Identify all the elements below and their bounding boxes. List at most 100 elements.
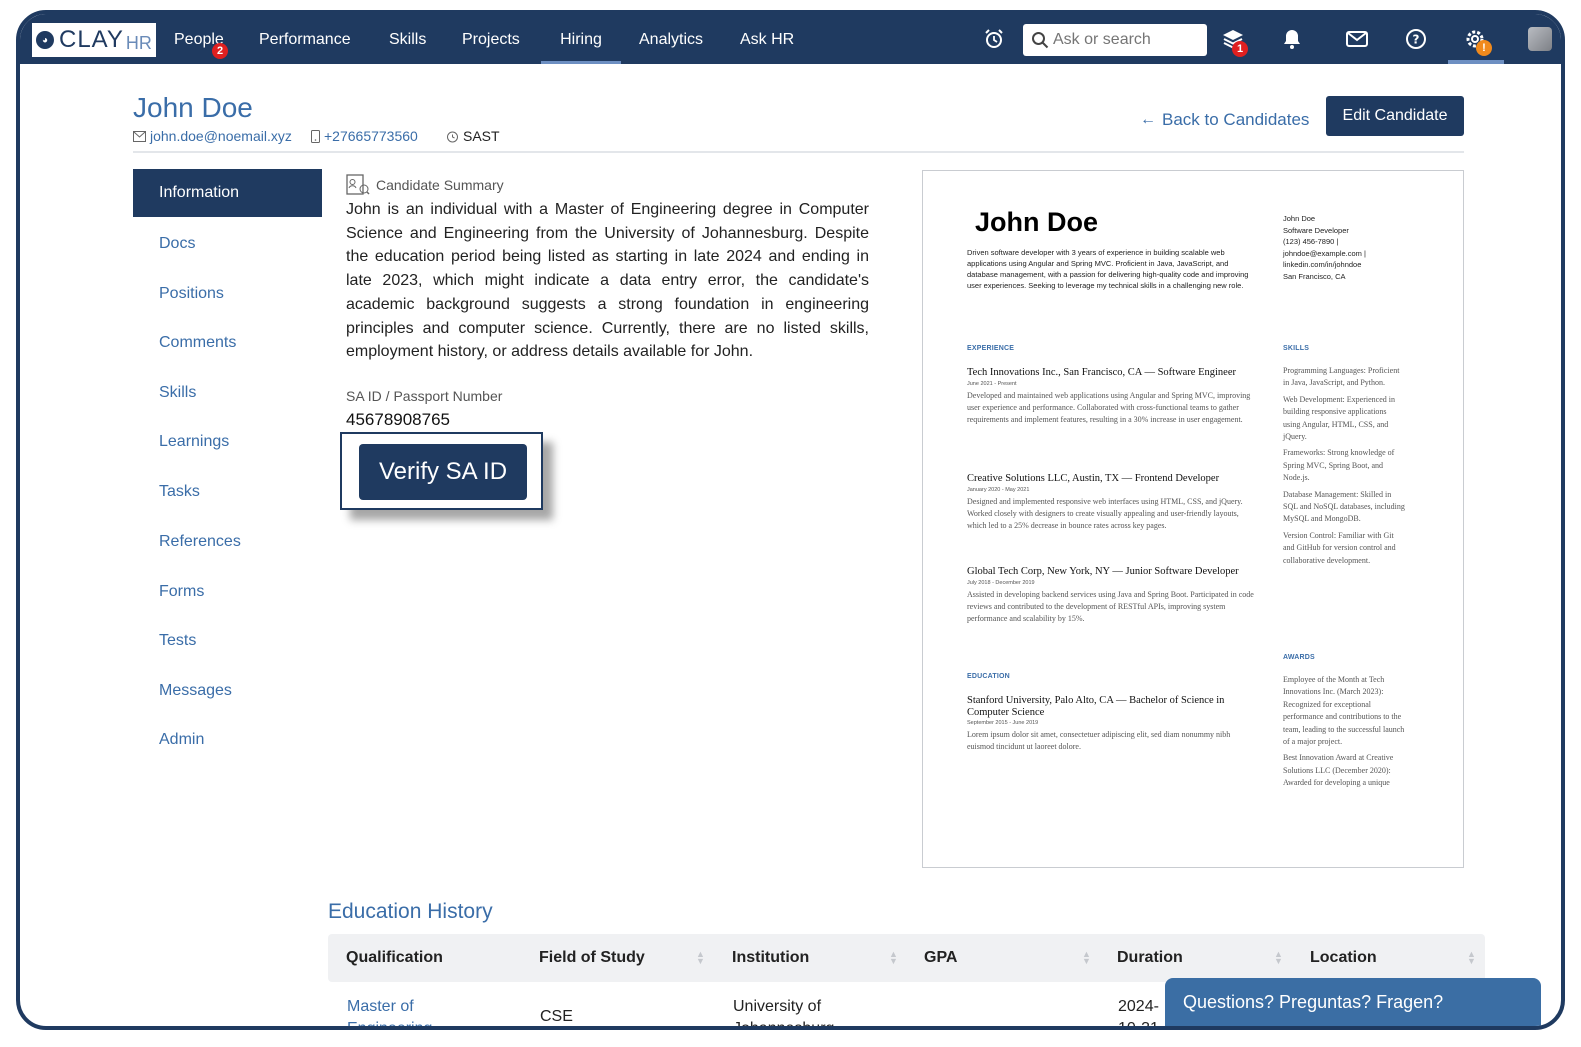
people-badge: 2 [212,43,228,59]
resume-job: Tech Innovations Inc., San Francisco, CA… [967,367,1257,427]
education-table-header: Qualification Field of Study ▲ ▼ Institut… [328,934,1485,982]
sort-icon[interactable]: ▲ ▼ [696,950,705,966]
nav-analytics[interactable]: Analytics [639,14,703,64]
resume-contact-line: (123) 456-7890 | [1283,237,1339,246]
mail-icon[interactable] [1344,26,1370,52]
sidebar-item-tasks[interactable]: Tasks [159,483,200,501]
resume-contact-line: San Francisco, CA [1283,271,1346,281]
nav-performance[interactable]: Performance [259,14,351,64]
chat-widget-button[interactable]: Questions? Preguntas? Fragen? [1165,978,1541,1026]
verify-said-button[interactable]: Verify SA ID [359,444,527,500]
sidebar-item-references[interactable]: References [159,533,241,551]
nav-skills[interactable]: Skills [389,14,426,64]
phone-icon [311,129,320,143]
resume-job-date: June 2021 - Present [967,380,1017,387]
resume-education-title: Stanford University, Palo Alto, CA — Bac… [967,695,1225,718]
candidate-timezone: SAST [446,128,500,144]
search-input[interactable] [1053,31,1203,49]
sidebar-item-admin[interactable]: Admin [159,731,204,749]
user-avatar[interactable] [1528,27,1552,51]
resume-award-item: Employee of the Month at Tech Innovation… [1283,675,1405,747]
candidate-summary-icon [346,174,370,195]
resume-skills-heading: SKILLS [1283,345,1310,352]
nav-ask-hr[interactable]: Ask HR [740,14,794,64]
help-icon[interactable]: ? [1403,26,1429,52]
candidate-phone[interactable]: +27665773560 [311,128,418,144]
resume-skills-list: Programming Languages: Proficient in Jav… [1283,365,1405,571]
column-institution[interactable]: Institution [732,934,809,982]
column-duration[interactable]: Duration [1117,934,1183,982]
sidebar-item-docs[interactable]: Docs [159,235,195,253]
sidebar-item-forms[interactable]: Forms [159,583,204,601]
resume-job: Global Tech Corp, New York, NY — Junior … [967,566,1257,626]
resume-job-desc: Assisted in developing backend services … [967,589,1254,624]
candidate-email[interactable]: john.doe@noemail.xyz [133,128,292,144]
nav-people[interactable]: People 2 [174,14,228,64]
sidebar-item-information[interactable]: Information [133,169,322,217]
sidebar-item-messages[interactable]: Messages [159,682,232,700]
arrow-left-icon: ← [1140,111,1156,128]
nav-analytics-label: Analytics [639,31,704,48]
search-icon [1032,32,1049,49]
nav-performance-label: Performance [259,31,351,48]
nav-hiring[interactable]: Hiring [541,14,621,64]
logo-sub-text: HR [125,32,152,53]
learning-badge: 1 [1232,41,1248,57]
verify-said-highlight: Verify SA ID [340,432,543,510]
column-qualification[interactable]: Qualification [346,934,443,982]
resume-skill-item: Frameworks: Strong knowledge of Spring M… [1283,448,1395,483]
resume-skill-item: Web Development: Experienced in building… [1283,394,1395,442]
summary-heading-text: Candidate Summary [376,177,504,193]
resume-experience-heading: EXPERIENCE [967,345,1015,352]
logo-main-text: CLAY [59,26,124,53]
learning-stack-icon[interactable]: 1 [1220,26,1248,57]
said-label: SA ID / Passport Number [346,388,503,404]
column-field-of-study[interactable]: Field of Study [539,934,645,982]
resume-job-title: Global Tech Corp, New York, NY — Junior … [967,566,1239,577]
education-history-title: Education History [328,900,493,923]
cell-institution: University of Johannesburg [733,996,834,1026]
cell-qualification-line: Master of [347,998,414,1015]
sort-icon[interactable]: ▲ ▼ [1082,950,1091,966]
resume-contact-line: johndoe@example.com | [1283,248,1366,258]
sidebar-item-comments[interactable]: Comments [159,334,236,352]
edit-candidate-button[interactable]: Edit Candidate [1326,96,1464,136]
sort-icon[interactable]: ▲ ▼ [1467,950,1476,966]
settings-badge: ! [1476,40,1492,56]
settings-gear-icon[interactable]: ! [1462,26,1492,56]
cell-qualification[interactable]: Master of Engineering [347,996,432,1026]
resume-contact: John Doe Software Developer (123) 456-78… [1283,213,1403,282]
resume-name: John Doe [975,207,1099,237]
search-box[interactable] [1023,24,1207,56]
resume-job-title: Creative Solutions LLC, Austin, TX — Fro… [967,473,1220,484]
sidebar-item-skills[interactable]: Skills [159,384,196,402]
top-navbar: ◕ CLAY HR People 2 Performance Skills Pr… [20,14,1561,64]
logo-mark-icon: ◕ [36,31,54,49]
resume-job-desc: Developed and maintained web application… [967,390,1251,425]
column-location[interactable]: Location [1310,934,1377,982]
nav-projects[interactable]: Projects [462,14,520,64]
sidebar-item-tests[interactable]: Tests [159,632,196,650]
resume-education-heading: EDUCATION [967,673,1010,680]
cell-duration-line: 2024- [1118,998,1159,1015]
alarm-clock-icon[interactable] [981,26,1007,52]
clock-icon [447,131,458,142]
resume-skill-item: Database Management: Skilled in SQL and … [1283,489,1405,524]
sidebar-item-positions[interactable]: Positions [159,285,224,303]
cell-institution-line: University of [733,998,822,1015]
sort-icon[interactable]: ▲ ▼ [889,950,898,966]
cell-duration-line: 10-31 [1118,1020,1159,1030]
back-to-candidates-link[interactable]: ← Back to Candidates [1140,110,1309,130]
candidate-name: John Doe [133,92,253,123]
brand-logo[interactable]: ◕ CLAY HR [32,23,156,57]
sidebar-item-learnings[interactable]: Learnings [159,433,229,451]
resume-job-date: January 2020 - May 2021 [967,486,1030,493]
envelope-icon [133,130,146,142]
bell-icon[interactable] [1279,26,1305,52]
resume-contact-line: John Doe [1283,214,1316,223]
nav-projects-label: Projects [462,31,520,48]
resume-education-desc: Lorem ipsum dolor sit amet, consectetuer… [967,730,1231,752]
resume-preview[interactable]: John Doe Driven software developer with … [922,170,1464,868]
sort-icon[interactable]: ▲ ▼ [1274,950,1283,966]
column-gpa[interactable]: GPA [924,934,957,982]
